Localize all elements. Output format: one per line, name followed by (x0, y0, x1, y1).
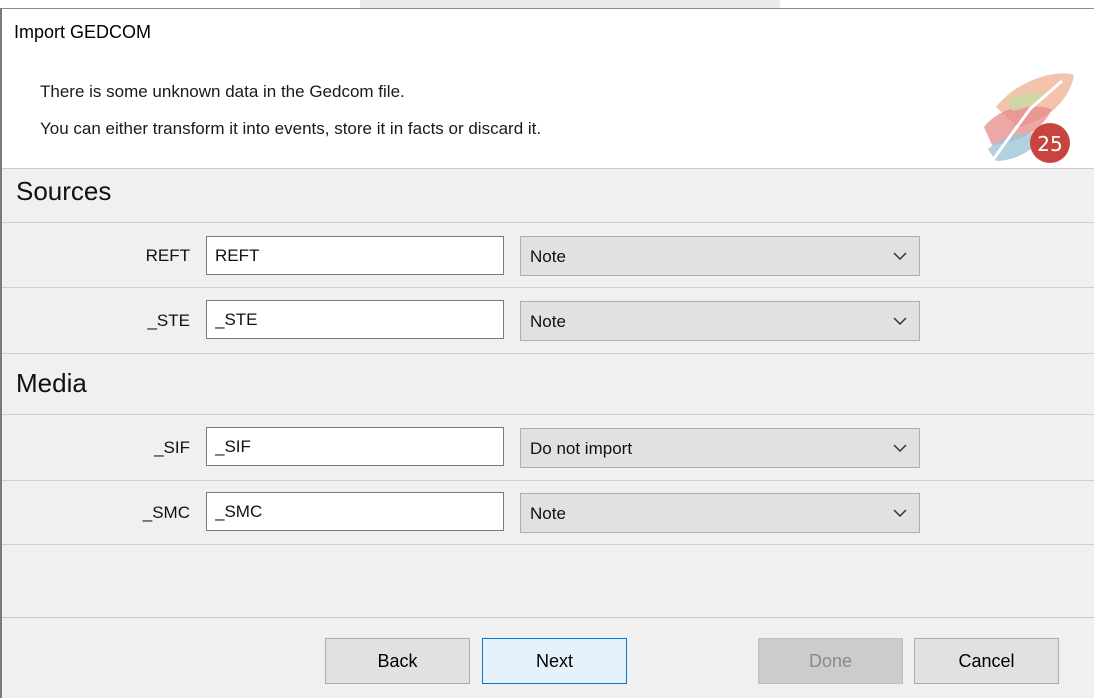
tree-25-logo-icon: 25 (984, 73, 1074, 163)
section-heading-media: Media (16, 368, 87, 398)
section-heading-sources: Sources (16, 176, 112, 206)
ste-selected-option: Note (530, 312, 566, 331)
cancel-button[interactable]: Cancel (914, 638, 1059, 684)
row-label-ste: _STE (147, 311, 190, 330)
next-button[interactable]: Next (482, 638, 627, 684)
intro-text-line-1: There is some unknown data in the Gedcom… (40, 82, 405, 101)
dialog-header: Import GEDCOM There is some unknown data… (2, 9, 1094, 169)
row-divider (2, 544, 1094, 545)
section-divider (2, 222, 1094, 223)
smc-selected-option: Note (530, 504, 566, 523)
row-label-reft: REFT (145, 246, 190, 265)
svg-text:25: 25 (1037, 132, 1062, 156)
button-bar-divider (2, 617, 1094, 618)
background-residue (360, 0, 780, 8)
row-divider (2, 353, 1094, 354)
chevron-down-icon (893, 252, 907, 261)
smc-import-option-select[interactable]: Note (520, 493, 920, 533)
sif-selected-option: Do not import (530, 439, 633, 458)
smc-name-field[interactable] (206, 492, 504, 531)
row-label-smc: _SMC (142, 503, 190, 522)
back-button[interactable]: Back (325, 638, 470, 684)
row-divider (2, 480, 1094, 481)
reft-selected-option: Note (530, 247, 566, 266)
reft-import-option-select[interactable]: Note (520, 236, 920, 276)
row-divider (2, 287, 1094, 288)
intro-text-line-2: You can either transform it into events,… (40, 119, 542, 138)
import-gedcom-dialog: Import GEDCOM There is some unknown data… (0, 0, 1094, 698)
done-button: Done (758, 638, 903, 684)
sif-import-option-select[interactable]: Do not import (520, 428, 920, 468)
dialog-title: Import GEDCOM (14, 22, 152, 42)
section-divider (2, 414, 1094, 415)
row-label-sif: _SIF (154, 438, 190, 457)
reft-name-field[interactable] (206, 236, 504, 275)
chevron-down-icon (893, 509, 907, 518)
ste-name-field[interactable] (206, 300, 504, 339)
chevron-down-icon (893, 444, 907, 453)
sif-name-field[interactable] (206, 427, 504, 466)
chevron-down-icon (893, 317, 907, 326)
ste-import-option-select[interactable]: Note (520, 301, 920, 341)
